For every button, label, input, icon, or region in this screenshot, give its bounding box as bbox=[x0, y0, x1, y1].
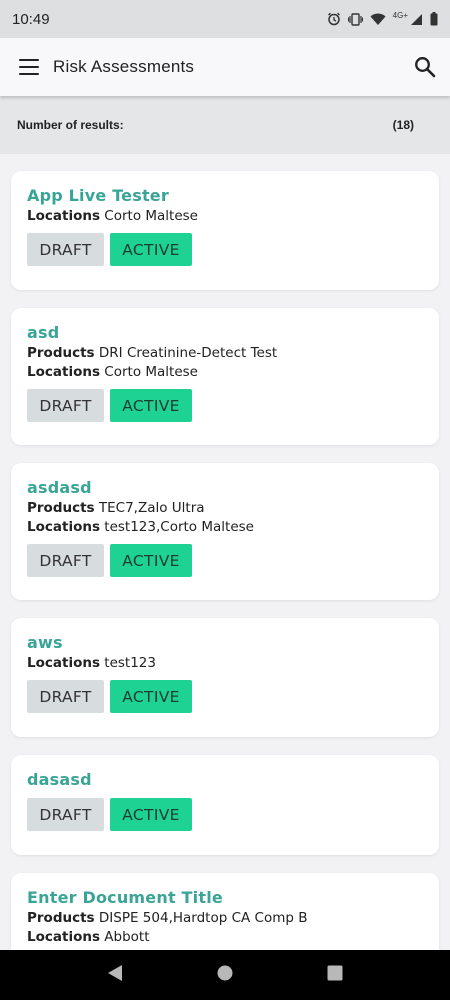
item-locations: Locations test123 bbox=[27, 654, 423, 673]
products-label: Products bbox=[27, 500, 95, 516]
item-locations: Locations test123,Corto Maltese bbox=[27, 518, 423, 537]
products-label: Products bbox=[27, 910, 95, 926]
locations-value: test123,Corto Maltese bbox=[104, 519, 254, 535]
active-badge: ACTIVE bbox=[110, 798, 192, 831]
products-value: DISPE 504,Hardtop CA Comp B bbox=[98, 910, 308, 926]
item-title: App Live Tester bbox=[27, 186, 169, 205]
draft-badge: DRAFT bbox=[27, 544, 104, 577]
status-badges: DRAFT ACTIVE bbox=[27, 798, 423, 831]
status-badges: DRAFT ACTIVE bbox=[27, 389, 423, 422]
home-icon[interactable] bbox=[217, 965, 233, 985]
list-item[interactable]: asdasd Products TEC7,Zalo Ultra Location… bbox=[11, 463, 439, 600]
locations-label: Locations bbox=[27, 364, 100, 380]
app-bar: Risk Assessments bbox=[0, 38, 450, 96]
list-item[interactable]: Enter Document Title Products DISPE 504,… bbox=[11, 873, 439, 950]
page-title: Risk Assessments bbox=[53, 57, 195, 76]
item-locations: Locations Corto Maltese bbox=[27, 363, 423, 382]
active-badge: ACTIVE bbox=[110, 233, 192, 266]
locations-value: Corto Maltese bbox=[104, 364, 198, 380]
locations-value: test123 bbox=[104, 655, 156, 671]
battery-icon bbox=[430, 12, 438, 26]
status-time: 10:49 bbox=[12, 10, 50, 28]
item-locations: Locations Abbott bbox=[27, 928, 423, 947]
locations-label: Locations bbox=[27, 208, 100, 224]
item-products: Products DISPE 504,Hardtop CA Comp B bbox=[27, 909, 423, 928]
products-value: TEC7,Zalo Ultra bbox=[98, 500, 205, 516]
active-badge: ACTIVE bbox=[110, 680, 192, 713]
item-title: Enter Document Title bbox=[27, 888, 223, 907]
products-value: DRI Creatinine-Detect Test bbox=[98, 345, 278, 361]
locations-label: Locations bbox=[27, 519, 100, 535]
active-badge: ACTIVE bbox=[110, 389, 192, 422]
status-badges: DRAFT ACTIVE bbox=[27, 544, 423, 577]
list-item[interactable]: aws Locations test123 DRAFT ACTIVE bbox=[11, 618, 439, 737]
results-count: (18) bbox=[392, 118, 414, 132]
list-item[interactable]: dasasd DRAFT ACTIVE bbox=[11, 755, 439, 855]
risk-assessment-list: App Live Tester Locations Corto Maltese … bbox=[0, 154, 450, 950]
system-nav-bar bbox=[0, 950, 450, 1000]
signal-icon bbox=[410, 13, 423, 26]
results-label: Number of results: bbox=[17, 118, 124, 132]
draft-badge: DRAFT bbox=[27, 389, 104, 422]
item-products: Products TEC7,Zalo Ultra bbox=[27, 499, 423, 518]
network-type-label: 4G+ bbox=[392, 10, 408, 20]
recents-icon[interactable] bbox=[327, 965, 343, 985]
item-products: Products DRI Creatinine-Detect Test bbox=[27, 344, 423, 363]
status-icons: 4G+ bbox=[327, 10, 438, 26]
status-bar: 10:49 4G+ bbox=[0, 0, 450, 38]
vibrate-icon bbox=[347, 12, 363, 26]
locations-label: Locations bbox=[27, 655, 100, 671]
list-item[interactable]: App Live Tester Locations Corto Maltese … bbox=[11, 171, 439, 290]
back-icon[interactable] bbox=[107, 964, 123, 986]
results-summary: Number of results: (18) bbox=[0, 96, 450, 154]
locations-label: Locations bbox=[27, 929, 100, 945]
item-locations: Locations Corto Maltese bbox=[27, 207, 423, 226]
search-icon[interactable] bbox=[414, 56, 436, 82]
item-title: aws bbox=[27, 633, 63, 652]
list-item[interactable]: asd Products DRI Creatinine-Detect Test … bbox=[11, 308, 439, 445]
draft-badge: DRAFT bbox=[27, 798, 104, 831]
item-title: asdasd bbox=[27, 478, 92, 497]
wifi-icon bbox=[370, 13, 386, 26]
draft-badge: DRAFT bbox=[27, 233, 104, 266]
status-badges: DRAFT ACTIVE bbox=[27, 680, 423, 713]
item-title: asd bbox=[27, 323, 60, 342]
alarm-icon bbox=[327, 12, 341, 26]
hamburger-menu-icon[interactable] bbox=[19, 59, 39, 75]
status-badges: DRAFT ACTIVE bbox=[27, 233, 423, 266]
item-title: dasasd bbox=[27, 770, 92, 789]
locations-value: Abbott bbox=[104, 929, 150, 945]
active-badge: ACTIVE bbox=[110, 544, 192, 577]
products-label: Products bbox=[27, 345, 95, 361]
locations-value: Corto Maltese bbox=[104, 208, 198, 224]
draft-badge: DRAFT bbox=[27, 680, 104, 713]
